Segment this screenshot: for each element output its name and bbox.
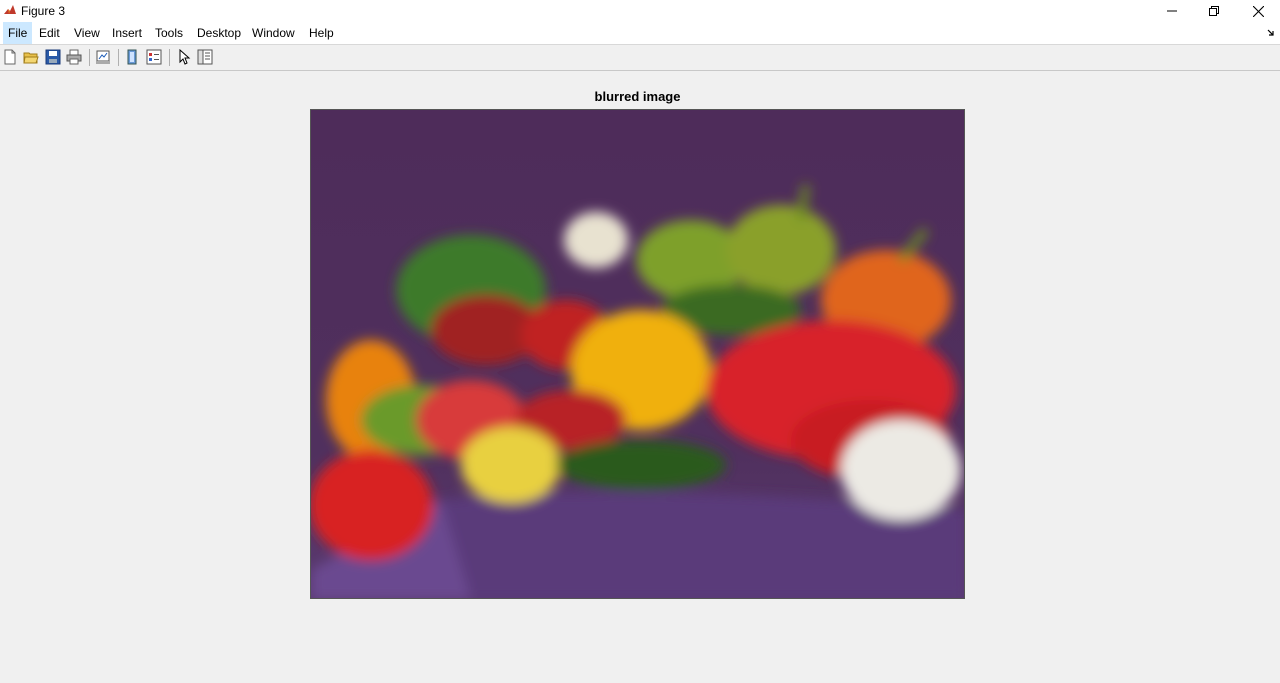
toolbar-separator <box>169 49 170 66</box>
window-title: Figure 3 <box>21 4 66 18</box>
minimize-button[interactable] <box>1150 0 1194 22</box>
print-icon[interactable] <box>66 49 82 65</box>
peppers-image-graphic <box>311 110 964 598</box>
restore-button[interactable] <box>1192 0 1236 22</box>
save-icon[interactable] <box>45 49 61 65</box>
menu-help[interactable]: Help <box>304 22 339 44</box>
menu-tools[interactable]: Tools <box>150 22 188 44</box>
menu-view[interactable]: View <box>69 22 105 44</box>
menu-window[interactable]: Window <box>247 22 300 44</box>
title-bar: Figure 3 <box>0 0 1280 22</box>
link-plot-icon[interactable] <box>95 49 111 65</box>
menu-insert[interactable]: Insert <box>107 22 147 44</box>
new-figure-icon[interactable] <box>2 49 18 65</box>
open-file-icon[interactable] <box>23 49 39 65</box>
menu-edit[interactable]: Edit <box>34 22 65 44</box>
dock-figure-icon[interactable] <box>1267 29 1275 37</box>
toolbar-separator <box>118 49 119 66</box>
matlab-logo-icon <box>3 3 17 17</box>
blurred-image[interactable] <box>310 109 965 599</box>
edit-plot-icon[interactable] <box>176 49 192 65</box>
restore-icon <box>1209 6 1219 16</box>
insert-legend-icon[interactable] <box>146 49 162 65</box>
minimize-icon <box>1167 10 1177 12</box>
close-icon <box>1252 5 1264 17</box>
close-button[interactable] <box>1236 0 1280 22</box>
toolbar-separator <box>89 49 90 66</box>
menu-desktop[interactable]: Desktop <box>192 22 246 44</box>
property-inspector-icon[interactable] <box>197 49 213 65</box>
axes-title: blurred image <box>594 89 681 104</box>
insert-colorbar-icon[interactable] <box>124 49 140 65</box>
menu-file[interactable]: File <box>3 22 33 44</box>
menu-bar: File Edit View Insert Tools Desktop Wind… <box>0 22 1280 45</box>
figure-toolbar <box>0 45 1280 71</box>
